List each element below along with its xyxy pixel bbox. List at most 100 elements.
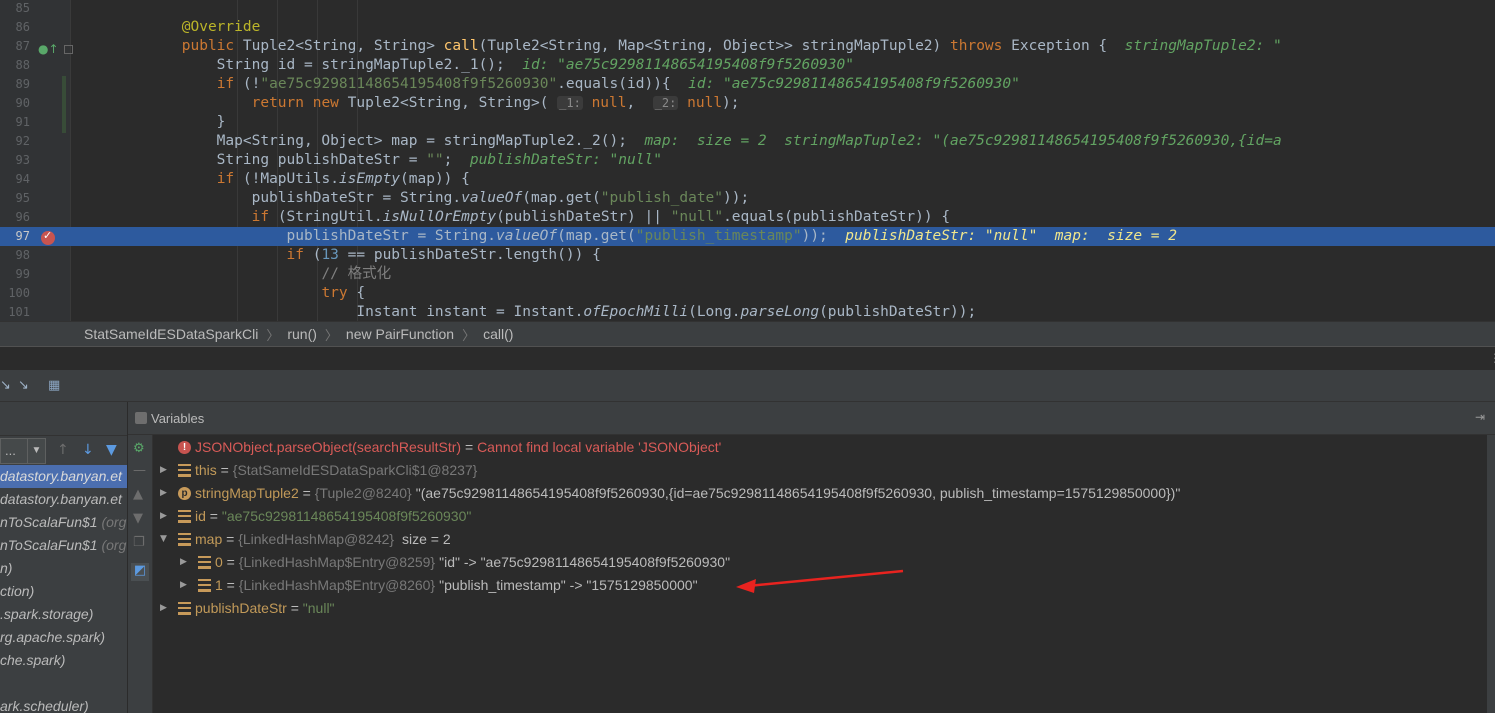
code-token: )); — [723, 190, 750, 206]
code-token: ; — [443, 152, 470, 168]
code-line-current[interactable]: 97 publishDateStr = String.valueOf(map.g… — [0, 227, 1495, 246]
code-token: == publishDateStr.length()) { — [338, 247, 601, 263]
breadcrumb-item[interactable]: run() — [283, 326, 321, 342]
code-line[interactable]: 98 if (13 == publishDateStr.length()) { — [0, 246, 1495, 265]
code-line[interactable]: 87 public Tuple2<String, String> call(Tu… — [0, 37, 1495, 56]
variable-row[interactable]: ▶ p stringMapTuple2 = {Tuple2@8240} "(ae75c… — [154, 482, 1487, 505]
variable-row[interactable]: ▶ id = "ae75c92981148654195408f9f5260930" — [154, 505, 1487, 528]
frame-item[interactable]: n) — [0, 557, 127, 580]
code-line[interactable]: 88 String id = stringMapTuple2._1(); id:… — [0, 56, 1495, 75]
code-line[interactable]: 85 — [0, 0, 1495, 18]
breadcrumb-item[interactable]: StatSameIdESDataSparkCli — [80, 326, 262, 342]
code-line[interactable]: 96 if (StringUtil.isNullOrEmpty(publishD… — [0, 208, 1495, 227]
variable-row[interactable]: ▶ publishDateStr = "null" — [154, 597, 1487, 620]
line-number: 87 — [15, 39, 30, 53]
code-line[interactable]: 90 return new Tuple2<String, String>( _1… — [0, 94, 1495, 113]
variable-row[interactable]: ▶ 0 = {LinkedHashMap$Entry@8259} "id" -> "… — [154, 551, 1487, 574]
variable-name: 0 — [215, 554, 223, 570]
code-line[interactable]: 86 @Override — [0, 18, 1495, 37]
step-out-icon[interactable]: ↘ — [0, 378, 11, 393]
line-number: 98 — [15, 248, 30, 262]
variable-row[interactable]: ▶ this = {StatSameIdESDataSparkCli$1@8237… — [154, 459, 1487, 482]
frame-label: datastory.banyan.et — [0, 468, 122, 484]
chevron-down-icon[interactable]: ▼ — [27, 439, 45, 463]
breadcrumb-item[interactable]: call() — [479, 326, 517, 342]
arrow-up-icon[interactable]: ↑ — [57, 442, 69, 458]
code-token: isEmpty — [338, 171, 401, 187]
frame-item[interactable]: .spark.storage) — [0, 603, 127, 626]
code-token: (Tuple2<String, Map<String, Object>> str… — [478, 38, 950, 54]
frame-item[interactable]: nToScalaFun$1 (org — [0, 511, 127, 534]
code-line[interactable]: 100 try { — [0, 284, 1495, 303]
line-number: 96 — [15, 210, 30, 224]
variable-name: JSONObject.parseObject(searchResultStr) — [195, 439, 462, 455]
code-line[interactable]: 93 String publishDateStr = ""; publishDa… — [0, 151, 1495, 170]
code-line[interactable]: 91 } — [0, 113, 1495, 132]
code-line[interactable]: 95 publishDateStr = String.valueOf(map.g… — [0, 189, 1495, 208]
code-token: publishDateStr: "null" — [469, 152, 662, 168]
frame-label: che.spark) — [0, 652, 66, 668]
move-up-icon[interactable]: ▲ — [133, 487, 143, 502]
code-line[interactable]: 92 Map<String, Object> map = stringMapTu… — [0, 132, 1495, 151]
code-text: } — [77, 113, 226, 132]
evaluate-expression-icon[interactable]: ▦ — [48, 378, 60, 393]
filter-icon[interactable]: ▼ — [106, 442, 117, 458]
override-method-icon[interactable]: ●↑ — [38, 42, 59, 56]
remove-watch-icon[interactable]: — — [133, 463, 146, 478]
line-number: 92 — [15, 134, 30, 148]
code-token: _1 — [461, 57, 479, 73]
code-line[interactable]: 99 // 格式化 — [0, 265, 1495, 284]
frame-item[interactable] — [0, 672, 127, 695]
breakpoint-icon[interactable] — [41, 229, 55, 245]
copy-icon[interactable]: ❐ — [133, 535, 145, 550]
expand-right-icon[interactable]: ▶ — [160, 459, 172, 482]
field-icon — [198, 556, 211, 569]
frame-item[interactable]: ark.scheduler) — [0, 695, 127, 713]
code-text: String id = stringMapTuple2._1(); id: "a… — [77, 56, 854, 75]
scrollbar[interactable] — [1487, 435, 1495, 713]
expand-right-icon[interactable]: ▶ — [180, 574, 192, 597]
thread-selector[interactable]: ... ▼ — [0, 438, 46, 464]
variable-row[interactable]: ▼ map = {LinkedHashMap@8242} size = 2 — [154, 528, 1487, 551]
arrow-down-icon[interactable]: ↓ — [82, 442, 94, 458]
variable-value: "null" — [302, 600, 335, 616]
code-editor[interactable]: 85 86 @Override 87 public Tuple2<String, S… — [0, 0, 1495, 321]
code-token: _2: — [652, 96, 679, 110]
code-token: null — [591, 95, 627, 111]
restore-layout-icon[interactable]: ⇥ — [1475, 410, 1485, 424]
more-options-icon[interactable]: ⋮ — [1489, 351, 1495, 367]
panel-divider[interactable]: ⋮ — [0, 346, 1495, 370]
code-text: if (13 == publishDateStr.length()) { — [77, 246, 601, 265]
show-watches-icon[interactable]: ◩ — [131, 563, 149, 581]
run-to-cursor-icon[interactable]: ↘ — [18, 378, 29, 393]
frame-item[interactable]: datastory.banyan.et — [0, 465, 127, 488]
code-token: (); — [478, 57, 523, 73]
frame-item[interactable]: rg.apache.spark) — [0, 626, 127, 649]
move-down-icon[interactable]: ▼ — [133, 511, 143, 526]
expand-right-icon[interactable]: ▶ — [160, 505, 172, 528]
code-line[interactable]: 94 if (!MapUtils.isEmpty(map)) { — [0, 170, 1495, 189]
frame-item[interactable]: ction) — [0, 580, 127, 603]
frame-item[interactable]: datastory.banyan.et — [0, 488, 127, 511]
code-line[interactable]: 89 if (!"ae75c92981148654195408f9f526093… — [0, 75, 1495, 94]
line-number: 95 — [15, 191, 30, 205]
frame-package: (org — [97, 514, 127, 530]
new-watch-icon[interactable]: ⚙ — [133, 441, 145, 456]
line-number: 90 — [15, 96, 30, 110]
variable-row[interactable]: ▶ 1 = {LinkedHashMap$Entry@8260} "publish_… — [154, 574, 1487, 597]
code-line[interactable]: 101 Instant instant = Instant.ofEpochMil… — [0, 303, 1495, 321]
variable-value: "(ae75c92981148654195408f9f5260930,{id=a… — [415, 485, 1181, 501]
frame-item[interactable]: nToScalaFun$1 (org — [0, 534, 127, 557]
frame-item[interactable]: che.spark) — [0, 649, 127, 672]
fold-marker-icon[interactable] — [64, 45, 73, 54]
expand-right-icon[interactable]: ▶ — [160, 482, 172, 505]
variable-row[interactable]: ! JSONObject.parseObject(searchResultStr)… — [154, 436, 1487, 459]
expand-right-icon[interactable]: ▶ — [180, 551, 192, 574]
expand-down-icon[interactable]: ▼ — [160, 528, 172, 551]
variables-tree[interactable]: ! JSONObject.parseObject(searchResultStr)… — [154, 435, 1487, 713]
expand-right-icon[interactable]: ▶ — [160, 597, 172, 620]
breadcrumb-item[interactable]: new PairFunction — [342, 326, 458, 342]
